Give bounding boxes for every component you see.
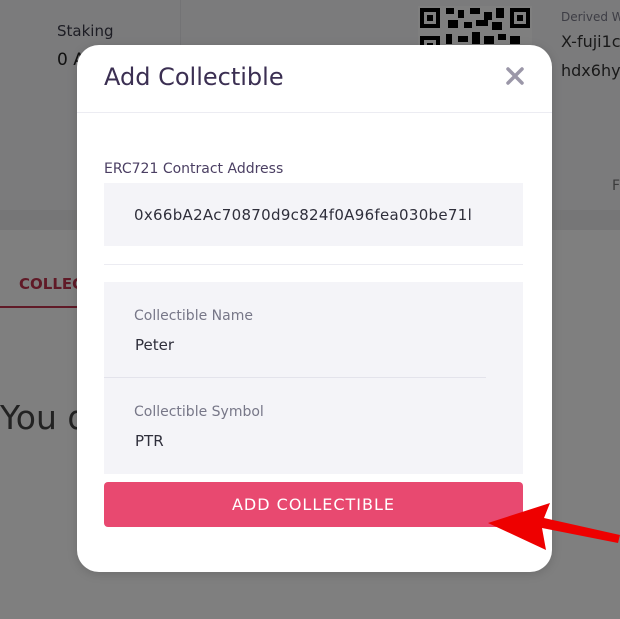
modal-title: Add Collectible [104, 63, 284, 91]
collectible-symbol-label: Collectible Symbol [134, 404, 264, 420]
close-button[interactable] [503, 64, 527, 88]
add-collectible-button[interactable]: ADD COLLECTIBLE [104, 482, 523, 527]
group-divider [104, 377, 486, 378]
collectible-name-label: Collectible Name [134, 308, 253, 324]
contract-address-input[interactable] [104, 183, 523, 246]
annotation-arrow-icon [488, 503, 620, 550]
collectible-symbol-input[interactable] [135, 426, 495, 456]
collectible-details-group: Collectible Name Collectible Symbol [104, 282, 523, 474]
collectible-name-input[interactable] [135, 330, 495, 360]
contract-address-label: ERC721 Contract Address [104, 161, 284, 177]
close-icon [506, 67, 524, 85]
modal-header-divider [77, 112, 552, 113]
field-divider [104, 264, 523, 265]
